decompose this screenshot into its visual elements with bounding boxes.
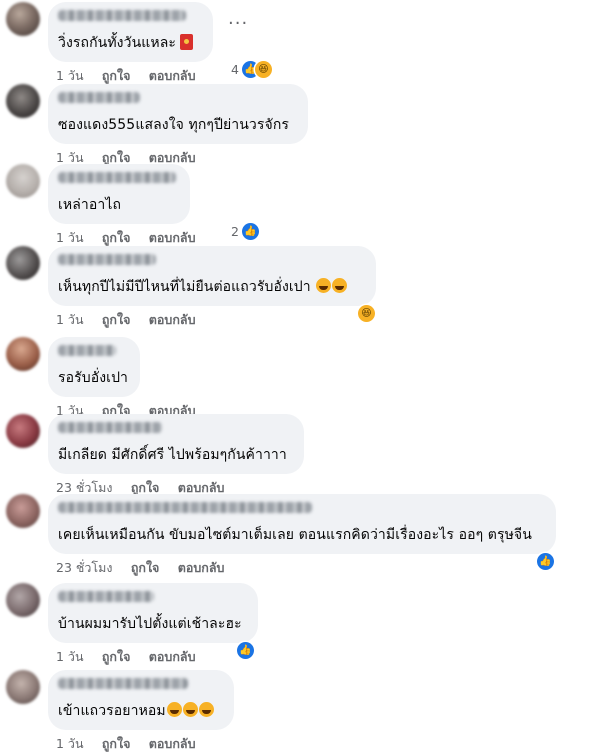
comment-text: เห็นทุกปีไม่มีปีไหนที่ไม่ยืนต่อแถวรับอั่…	[58, 276, 348, 298]
like-button[interactable]: ถูกใจ	[102, 736, 131, 751]
comment-actions: 1 วัน ถูกใจ ตอบกลับ	[56, 734, 210, 754]
comment-time[interactable]: 1 วัน	[56, 736, 84, 751]
avatar[interactable]	[6, 246, 40, 280]
comment-item: รอรับอั่งเปา 1 วัน ถูกใจ ตอบกลับ	[0, 337, 600, 422]
reply-button[interactable]: ตอบกลับ	[149, 649, 196, 664]
avatar[interactable]	[6, 583, 40, 617]
reply-button[interactable]: ตอบกลับ	[149, 312, 196, 327]
comment-actions: 1 วัน ถูกใจ ตอบกลับ	[56, 228, 210, 248]
avatar[interactable]	[6, 84, 40, 118]
author-name-blurred[interactable]	[58, 591, 154, 602]
rofl-emoji-icon	[316, 278, 332, 293]
reaction-summary[interactable]: 👍	[237, 641, 254, 659]
comment-actions: 1 วัน ถูกใจ ตอบกลับ	[56, 66, 210, 86]
like-button[interactable]: ถูกใจ	[102, 312, 131, 327]
like-button[interactable]: ถูกใจ	[102, 230, 131, 245]
author-name-blurred[interactable]	[58, 422, 162, 433]
comment-item: เหล่าอาไถ 1 วัน ถูกใจ ตอบกลับ 2 👍	[0, 164, 600, 249]
comment-bubble: เคยเห็นเหมือนกัน ขับมอไซต์มาเต็มเลย ตอนแ…	[48, 494, 556, 554]
like-button[interactable]: ถูกใจ	[131, 480, 160, 495]
avatar[interactable]	[6, 2, 40, 36]
comment-item: บ้านผมมารับไปตั้งแต่เช้าละฮะ 1 วัน ถูกใจ…	[0, 583, 600, 668]
comment-text: มีเกลียด มีศักดิ์ศรี ไปพร้อมๆกันค้าาาา	[58, 447, 287, 463]
rofl-emoji-icon	[332, 278, 348, 293]
avatar[interactable]	[6, 670, 40, 704]
comment-time[interactable]: 1 วัน	[56, 230, 84, 245]
comment-item: มีเกลียด มีศักดิ์ศรี ไปพร้อมๆกันค้าาาา 2…	[0, 414, 600, 499]
comment-bubble: ซองแดง555แสลงใจ ทุกๆปีย่านวรจักร	[48, 84, 308, 144]
like-button[interactable]: ถูกใจ	[102, 649, 131, 664]
reaction-summary[interactable]: 4 👍 😆	[231, 60, 272, 78]
comment-text: เคยเห็นเหมือนกัน ขับมอไซต์มาเต็มเลย ตอนแ…	[58, 527, 532, 543]
more-options-icon[interactable]: ...	[228, 8, 248, 29]
reaction-count: 4	[231, 61, 239, 77]
reaction-count: 2	[231, 223, 239, 239]
reply-button[interactable]: ตอบกลับ	[149, 150, 196, 165]
comment-text: วิ่งรถกันทั้งวันแหละ	[58, 32, 193, 54]
comment-item: เห็นทุกปีไม่มีปีไหนที่ไม่ยืนต่อแถวรับอั่…	[0, 246, 600, 331]
comment-bubble: เข้าแถวรอยาหอม	[48, 670, 234, 730]
avatar[interactable]	[6, 494, 40, 528]
avatar[interactable]	[6, 337, 40, 371]
comment-actions: 23 ชั่วโมง ถูกใจ ตอบกลับ	[56, 558, 238, 578]
comment-time[interactable]: 1 วัน	[56, 649, 84, 664]
comment-actions: 1 วัน ถูกใจ ตอบกลับ	[56, 647, 210, 667]
comment-time[interactable]: 23 ชั่วโมง	[56, 560, 112, 575]
haha-icon: 😆	[358, 304, 375, 322]
like-button[interactable]: ถูกใจ	[131, 560, 160, 575]
comment-text: ซองแดง555แสลงใจ ทุกๆปีย่านวรจักร	[58, 117, 290, 133]
reply-button[interactable]: ตอบกลับ	[149, 736, 196, 751]
comment-bubble: รอรับอั่งเปา	[48, 337, 140, 397]
like-icon: 👍	[537, 552, 554, 570]
comment-bubble: วิ่งรถกันทั้งวันแหละ	[48, 2, 213, 62]
reply-button[interactable]: ตอบกลับ	[178, 560, 225, 575]
avatar[interactable]	[6, 414, 40, 448]
author-name-blurred[interactable]	[58, 254, 156, 265]
comment-item: เคยเห็นเหมือนกัน ขับมอไซต์มาเต็มเลย ตอนแ…	[0, 494, 600, 579]
reply-button[interactable]: ตอบกลับ	[149, 230, 196, 245]
avatar[interactable]	[6, 164, 40, 198]
comment-item: เข้าแถวรอยาหอม 1 วัน ถูกใจ ตอบกลับ	[0, 670, 600, 755]
comment-time[interactable]: 1 วัน	[56, 312, 84, 327]
reaction-summary[interactable]: 2 👍	[231, 222, 259, 240]
comment-text: บ้านผมมารับไปตั้งแต่เช้าละฮะ	[58, 616, 242, 632]
comment-item: วิ่งรถกันทั้งวันแหละ ... 1 วัน ถูกใจ ตอบ…	[0, 2, 600, 87]
haha-icon: 😆	[254, 60, 272, 78]
author-name-blurred[interactable]	[58, 172, 176, 183]
rofl-emoji-icon	[182, 702, 198, 717]
author-name-blurred[interactable]	[58, 92, 140, 103]
reply-button[interactable]: ตอบกลับ	[178, 480, 225, 495]
reaction-summary[interactable]: 👍	[537, 552, 554, 570]
comment-bubble: เหล่าอาไถ	[48, 164, 190, 224]
comment-bubble: บ้านผมมารับไปตั้งแต่เช้าละฮะ	[48, 583, 258, 643]
author-name-blurred[interactable]	[58, 502, 312, 513]
reply-button[interactable]: ตอบกลับ	[149, 68, 196, 83]
comment-actions: 1 วัน ถูกใจ ตอบกลับ	[56, 310, 210, 330]
like-icon: 👍	[237, 641, 254, 659]
red-envelope-icon	[180, 34, 193, 50]
rofl-emoji-icon	[198, 702, 214, 717]
like-button[interactable]: ถูกใจ	[102, 150, 131, 165]
like-button[interactable]: ถูกใจ	[102, 68, 131, 83]
comment-bubble: เห็นทุกปีไม่มีปีไหนที่ไม่ยืนต่อแถวรับอั่…	[48, 246, 376, 306]
comment-text: เข้าแถวรอยาหอม	[58, 700, 214, 722]
author-name-blurred[interactable]	[58, 345, 116, 356]
comment-text: เหล่าอาไถ	[58, 197, 122, 213]
comment-item: ซองแดง555แสลงใจ ทุกๆปีย่านวรจักร 1 วัน ถ…	[0, 84, 600, 169]
comment-bubble: มีเกลียด มีศักดิ์ศรี ไปพร้อมๆกันค้าาาา	[48, 414, 304, 474]
comment-time[interactable]: 23 ชั่วโมง	[56, 480, 112, 495]
comment-time[interactable]: 1 วัน	[56, 68, 84, 83]
comment-time[interactable]: 1 วัน	[56, 150, 84, 165]
author-name-blurred[interactable]	[58, 10, 186, 21]
like-icon: 👍	[241, 222, 259, 240]
rofl-emoji-icon	[166, 702, 182, 717]
author-name-blurred[interactable]	[58, 678, 188, 689]
comment-text: รอรับอั่งเปา	[58, 370, 129, 386]
reaction-summary[interactable]: 😆	[358, 304, 375, 322]
